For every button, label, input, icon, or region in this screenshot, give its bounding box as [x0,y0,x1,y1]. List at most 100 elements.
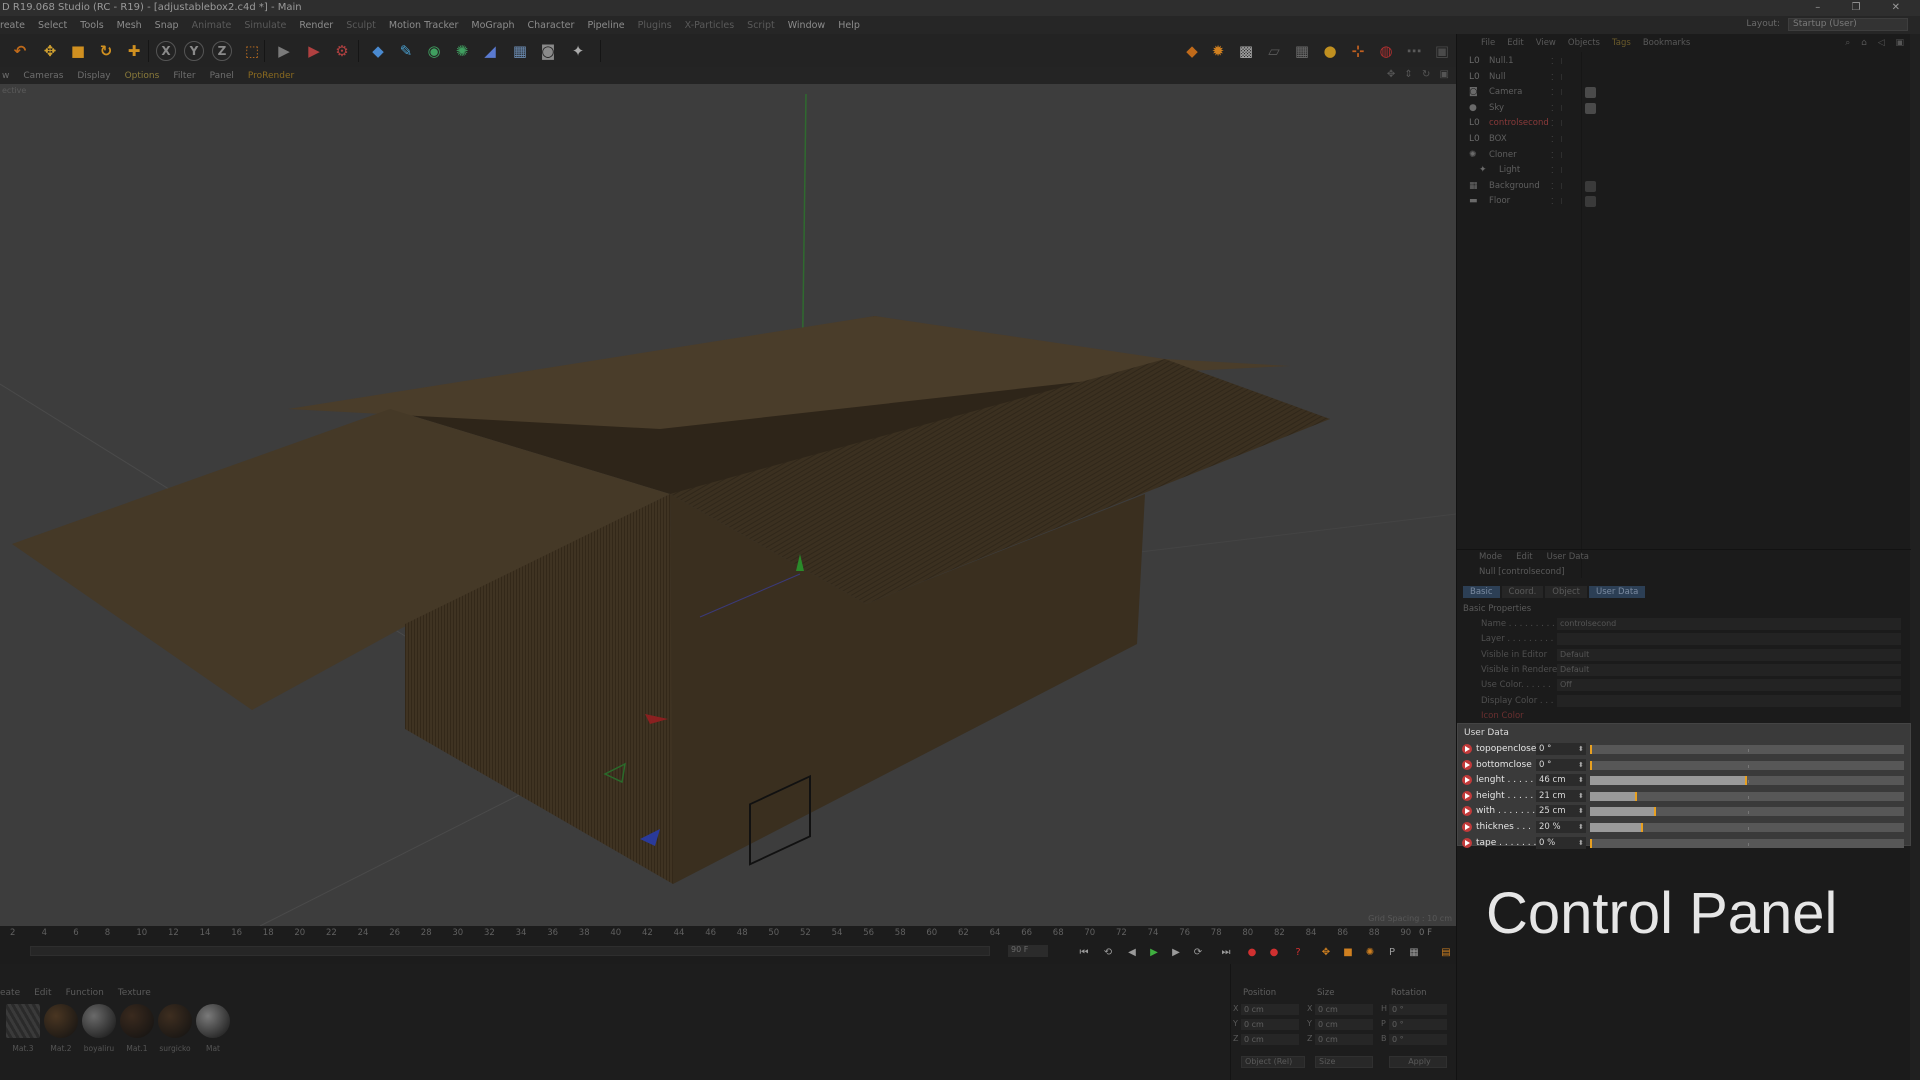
prev-frame-icon[interactable]: ◀ [1124,944,1140,960]
rotation-field[interactable]: 0 ° [1389,1034,1447,1045]
x-axis-icon[interactable]: X [156,41,176,61]
object-manager-search-icon[interactable]: ⌕ ⌂ ◁ ▣ [1845,38,1908,48]
keyframe-selection-icon[interactable]: ? [1290,944,1306,960]
menu-item-script[interactable]: Script [747,20,775,31]
autokey-icon[interactable]: ● [1266,944,1282,960]
rotate-icon[interactable]: ↻ [94,39,118,63]
object-visibility-dots[interactable]: ⁚ ⁝ [1551,195,1565,208]
workplane-icon[interactable]: ▱ [1262,39,1286,63]
param-slider[interactable] [1590,838,1904,848]
cube-icon[interactable]: ◆ [366,39,390,63]
object-row[interactable]: ● Sky ⁚ ⁝ [1457,102,1907,115]
goto-start-icon[interactable]: ⏮ [1076,944,1092,960]
object-row[interactable]: ▬ Floor ⁚ ⁝ [1457,195,1907,208]
material-menu-texture[interactable]: Texture [118,988,151,998]
menu-item-plugins[interactable]: Plugins [638,20,672,31]
end-frame-field[interactable]: 90 F [1008,945,1048,957]
viewport-scene[interactable] [0,84,1456,926]
rotation-field[interactable]: 0 ° [1389,1019,1447,1030]
grid-icon[interactable]: ▦ [1290,39,1314,63]
menu-item-mesh[interactable]: Mesh [117,20,142,31]
param-key-icon[interactable]: P [1384,944,1400,960]
camera-icon[interactable]: ◙ [536,39,560,63]
pos-key-icon[interactable]: ✥ [1318,944,1334,960]
material-swatch[interactable] [82,1004,116,1038]
animate-param-icon[interactable] [1462,744,1472,754]
material-menu-edit[interactable]: Edit [34,988,51,998]
object-name[interactable]: Floor [1489,195,1510,208]
object-name[interactable]: Null [1489,71,1505,84]
next-frame-icon[interactable]: ▶ [1168,944,1184,960]
subdivision-icon[interactable]: ◉ [422,39,446,63]
material-swatch[interactable] [196,1004,230,1038]
object-tag-icon[interactable] [1585,87,1596,99]
tab-object[interactable]: Object [1545,586,1587,598]
param-spinner[interactable]: ⬍ [1578,820,1584,835]
menu-item-motion-tracker[interactable]: Motion Tracker [389,20,459,31]
size-field[interactable]: 0 cm [1315,1034,1373,1045]
param-slider[interactable] [1590,791,1904,801]
menu-item-simulate[interactable]: Simulate [244,20,286,31]
size-field[interactable]: 0 cm [1315,1004,1373,1015]
animate-param-icon[interactable] [1462,790,1472,801]
object-name[interactable]: Background [1489,180,1540,193]
snap-icon[interactable]: ◆ [1180,39,1204,63]
position-field[interactable]: 0 cm [1241,1004,1299,1015]
param-slider[interactable] [1590,745,1904,754]
snap-settings-icon[interactable]: ✹ [1206,39,1230,63]
coord-mode-select[interactable]: Object (Rel) [1241,1056,1305,1068]
material-swatch[interactable] [158,1004,192,1038]
param-slider[interactable] [1590,823,1904,832]
object-tag-icon[interactable] [1585,180,1596,192]
param-spinner[interactable]: ⬍ [1578,773,1584,788]
tab-coord-[interactable]: Coord. [1501,586,1544,598]
property-value[interactable]: Off [1557,679,1901,692]
prev-key-icon[interactable]: ⟲ [1100,944,1116,960]
rotation-field[interactable]: 0 ° [1389,1004,1447,1015]
y-axis-icon[interactable]: Y [184,41,204,61]
play-icon[interactable]: ▶ [1146,944,1162,960]
object-visibility-dots[interactable]: ⁚ ⁝ [1551,55,1565,68]
menu-item-tools[interactable]: Tools [80,20,103,31]
timeline-scrubber[interactable] [30,946,990,956]
menu-item-snap[interactable]: Snap [155,20,179,31]
tab-user-data[interactable]: User Data [1588,586,1646,598]
sphere-light-icon[interactable]: ● [1318,39,1342,63]
array-icon[interactable]: ✺ [450,39,474,63]
animate-param-icon[interactable] [1462,759,1472,770]
material-swatch[interactable] [6,1004,40,1038]
property-value[interactable]: controlsecond [1557,618,1901,630]
minimize-button[interactable]: – [1815,2,1834,13]
object-menu-bookmarks[interactable]: Bookmarks [1643,38,1691,52]
restore-button[interactable]: ❐ [1851,2,1874,13]
attribute-menu-user-data[interactable]: User Data [1547,550,1589,563]
menu-item-animate[interactable]: Animate [192,20,232,31]
property-value[interactable]: Default [1557,648,1901,661]
property-value[interactable] [1557,633,1901,646]
menu-item-reate[interactable]: reate [0,20,25,31]
menu-item-select[interactable]: Select [38,20,67,31]
object-row[interactable]: L0 Null.1 ⁚ ⁝ [1457,55,1907,68]
menu-item-render[interactable]: Render [299,20,333,31]
object-visibility-dots[interactable]: ⁚ ⁝ [1551,180,1565,193]
deformer-icon[interactable]: ◢ [478,39,502,63]
viewport-menu-prorender[interactable]: ProRender [248,71,294,81]
animate-param-icon[interactable] [1462,822,1472,832]
property-value[interactable] [1557,694,1901,707]
object-menu-objects[interactable]: Objects [1568,38,1600,52]
coord-system-icon[interactable]: ⬚ [240,39,264,63]
object-menu-file[interactable]: File [1481,38,1495,52]
extra-icon[interactable]: ⋯ [1402,39,1426,63]
checker-icon[interactable]: ▩ [1234,39,1258,63]
object-visibility-dots[interactable]: ⁚ ⁝ [1551,164,1565,177]
menu-item-help[interactable]: Help [838,20,860,31]
object-row[interactable]: ✦ Light ⁚ ⁝ [1457,164,1907,177]
z-axis-icon[interactable]: Z [212,41,232,61]
object-row[interactable]: ✺ Cloner ⁚ ⁝ [1457,149,1907,162]
add-icon[interactable]: ✚ [122,39,146,63]
object-menu-edit[interactable]: Edit [1507,38,1523,52]
close-button[interactable]: ✕ [1892,2,1914,13]
object-name[interactable]: Cloner [1489,149,1517,162]
object-name[interactable]: Sky [1489,102,1504,115]
object-visibility-dots[interactable]: ⁚ ⁝ [1551,149,1565,162]
